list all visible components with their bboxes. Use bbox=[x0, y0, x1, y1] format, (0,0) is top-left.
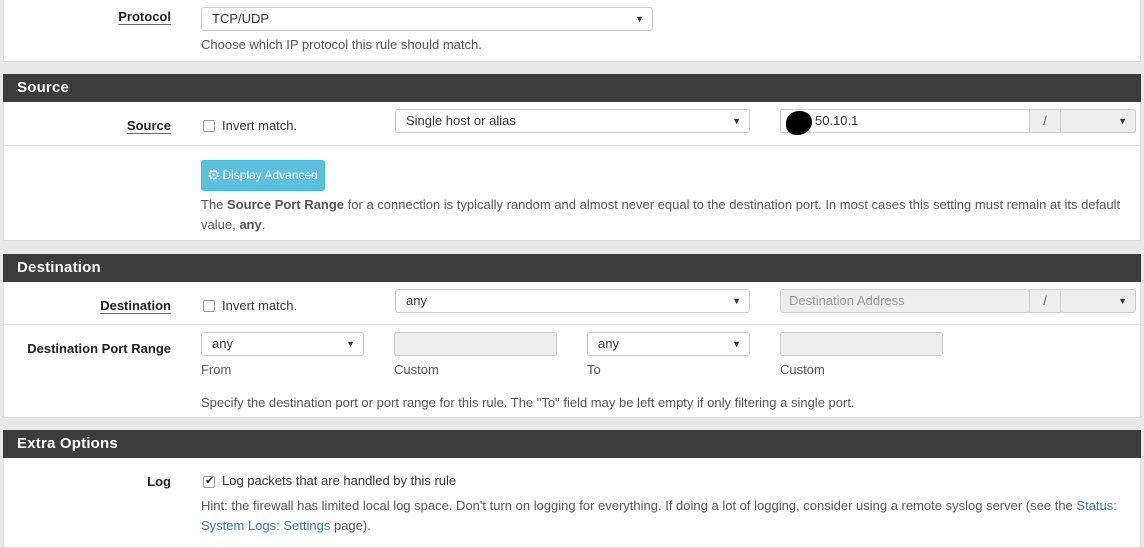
source-invert-checkbox[interactable] bbox=[203, 120, 215, 132]
from-label: From bbox=[201, 362, 232, 377]
protocol-label: Protocol bbox=[118, 9, 171, 24]
source-heading: Source bbox=[3, 74, 1141, 102]
row-divider bbox=[3, 145, 1141, 146]
port-to-value: any bbox=[598, 336, 619, 351]
chevron-down-icon: ▼ bbox=[732, 116, 741, 126]
destination-type-value: any bbox=[406, 293, 427, 308]
help-bold: Source Port Range bbox=[227, 197, 345, 212]
source-mask-select[interactable]: ▼ bbox=[1060, 109, 1136, 133]
chevron-down-icon: ▼ bbox=[635, 14, 644, 24]
destination-label: Destination bbox=[100, 298, 171, 313]
chevron-down-icon: ▼ bbox=[346, 339, 355, 349]
port-to-select[interactable]: any ▼ bbox=[587, 332, 750, 356]
log-checkbox-label: Log packets that are handled by this rul… bbox=[222, 473, 457, 488]
log-label: Log bbox=[147, 474, 171, 489]
chevron-down-icon: ▼ bbox=[732, 296, 741, 306]
source-address-input[interactable]: 50.10.1 bbox=[780, 109, 1030, 133]
row-divider bbox=[3, 324, 1141, 325]
to-custom-label: Custom bbox=[780, 362, 825, 377]
destination-heading: Destination bbox=[3, 254, 1141, 282]
chevron-down-icon: ▼ bbox=[732, 339, 741, 349]
destination-address-placeholder: Destination Address bbox=[789, 293, 905, 308]
source-invert-label: Invert match. bbox=[222, 118, 298, 133]
destination-slash: / bbox=[1029, 289, 1061, 313]
destination-mask-select[interactable]: ▼ bbox=[1060, 289, 1136, 313]
help-text: . bbox=[261, 217, 266, 232]
port-from-custom-input[interactable] bbox=[394, 332, 557, 356]
help-text: The bbox=[201, 197, 228, 212]
protocol-select[interactable]: TCP/UDP ▼ bbox=[201, 7, 653, 31]
destination-address-input[interactable]: Destination Address bbox=[780, 289, 1030, 313]
log-checkbox[interactable] bbox=[203, 474, 215, 488]
protocol-select-value: TCP/UDP bbox=[212, 11, 270, 26]
from-custom-label: Custom bbox=[394, 362, 439, 377]
hint-text: Hint: the firewall has limited local log… bbox=[201, 498, 1077, 513]
destination-port-range-label: Destination Port Range bbox=[27, 341, 171, 356]
hint-text: page). bbox=[330, 518, 371, 533]
source-label: Source bbox=[126, 118, 171, 133]
help-bold: any bbox=[239, 217, 262, 232]
source-type-value: Single host or alias bbox=[406, 113, 516, 128]
destination-type-select[interactable]: any ▼ bbox=[395, 289, 750, 313]
source-port-help: The Source Port Range for a connection i… bbox=[201, 195, 1136, 235]
chevron-down-icon: ▼ bbox=[1118, 116, 1127, 126]
protocol-help: Choose which IP protocol this rule shoul… bbox=[201, 37, 482, 52]
port-from-select[interactable]: any ▼ bbox=[201, 332, 364, 356]
port-from-value: any bbox=[212, 336, 233, 351]
display-advanced-label: Display Advanced bbox=[222, 168, 318, 182]
source-type-select[interactable]: Single host or alias ▼ bbox=[395, 109, 750, 133]
extra-options-heading: Extra Options bbox=[3, 430, 1141, 458]
to-label: To bbox=[587, 362, 601, 377]
log-hint: Hint: the firewall has limited local log… bbox=[201, 496, 1136, 536]
destination-port-help: Specify the destination port or port ran… bbox=[201, 395, 855, 410]
source-address-value: 50.10.1 bbox=[815, 113, 859, 128]
gear-icon: ⚙ bbox=[207, 167, 221, 184]
chevron-down-icon: ▼ bbox=[1118, 296, 1127, 306]
display-advanced-button[interactable]: ⚙ Display Advanced bbox=[201, 160, 325, 191]
destination-invert-label: Invert match. bbox=[222, 298, 298, 313]
source-slash: / bbox=[1029, 109, 1061, 133]
port-to-custom-input[interactable] bbox=[780, 332, 943, 356]
destination-invert-checkbox[interactable] bbox=[203, 300, 215, 312]
